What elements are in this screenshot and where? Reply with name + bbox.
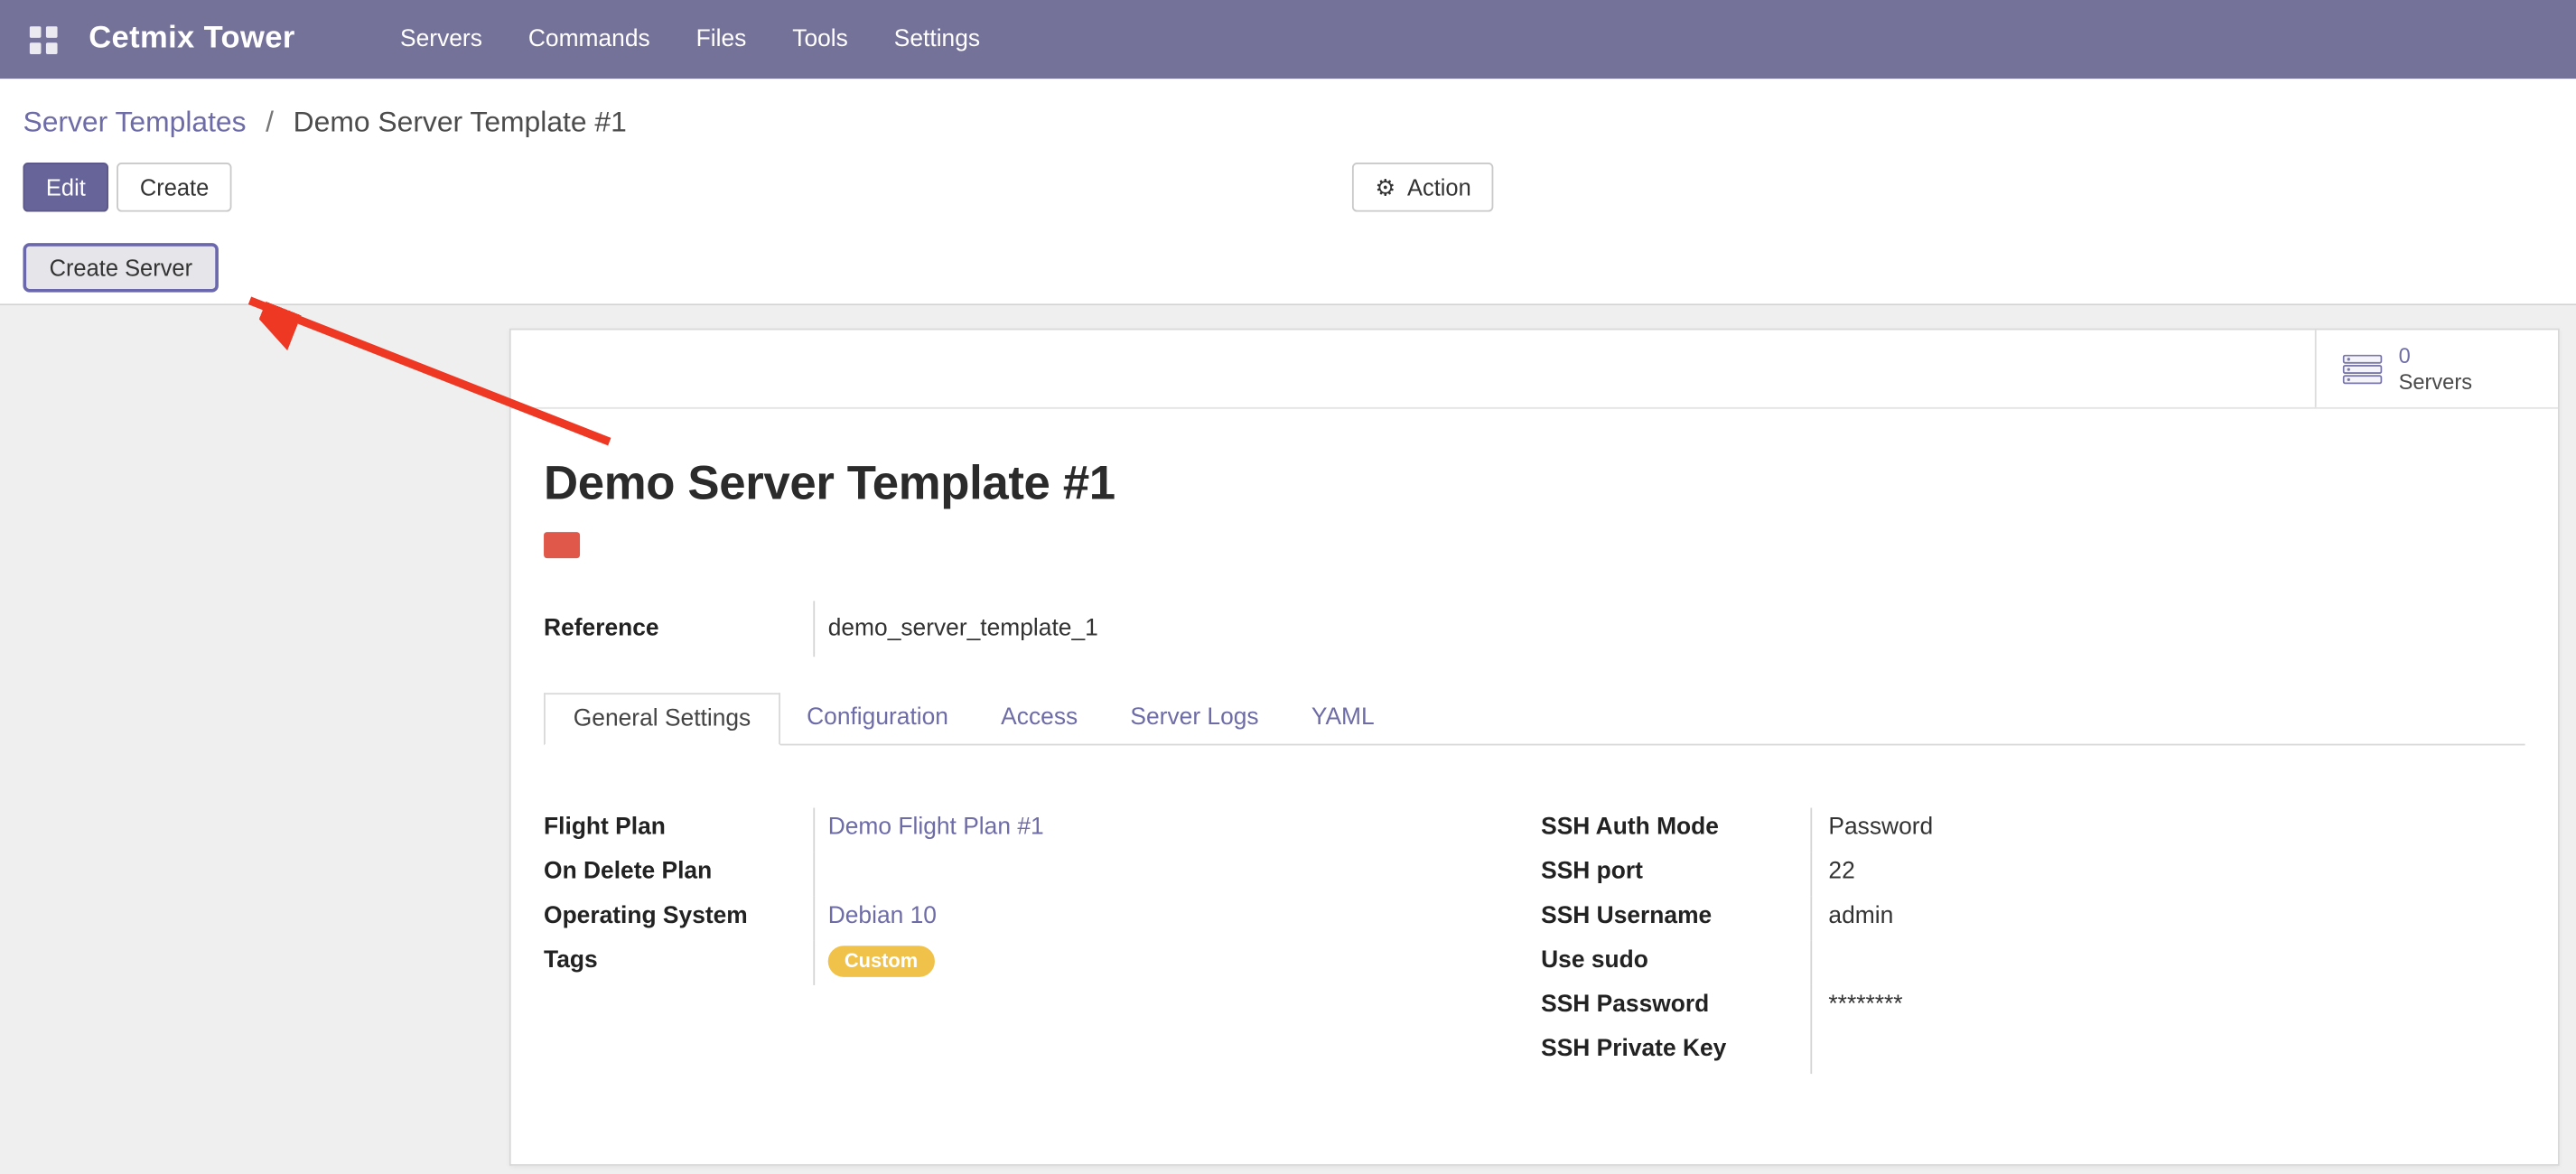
field-value: [1812, 1030, 1828, 1074]
field-value: [1812, 941, 1828, 985]
notebook-tabs: General Settings Configuration Access Se…: [544, 693, 2525, 745]
field-label: On Delete Plan: [544, 853, 815, 897]
left-field-group: Flight Plan Demo Flight Plan #1 On Delet…: [544, 808, 1541, 1075]
nav-item-files[interactable]: Files: [673, 0, 770, 79]
nav-item-servers[interactable]: Servers: [378, 0, 506, 79]
field-value: ********: [1812, 985, 1902, 1030]
color-swatch[interactable]: [544, 532, 580, 558]
field-row-use-sudo: Use sudo: [1541, 941, 2525, 985]
sheet-body: Demo Server Template #1 Reference demo_s…: [511, 458, 2558, 1074]
edit-button[interactable]: Edit: [23, 163, 108, 212]
field-label: Tags: [544, 941, 815, 985]
field-row-tags: Tags Custom: [544, 941, 1541, 985]
reference-label: Reference: [544, 601, 815, 657]
field-value: Password: [1812, 808, 1933, 853]
right-field-group: SSH Auth Mode Password SSH port 22 SSH U…: [1541, 808, 2525, 1075]
tab-access[interactable]: Access: [975, 693, 1104, 743]
field-row-on-delete-plan: On Delete Plan: [544, 853, 1541, 897]
action-menu-button[interactable]: ⚙ Action: [1352, 163, 1494, 212]
field-row-ssh-username: SSH Username admin: [1541, 897, 2525, 941]
field-group: Flight Plan Demo Flight Plan #1 On Delet…: [544, 808, 2525, 1075]
navbar-menu: Servers Commands Files Tools Settings: [378, 0, 1003, 79]
field-value: 22: [1812, 853, 1855, 897]
field-value: Demo Flight Plan #1: [815, 808, 1044, 853]
stat-count: 0: [2399, 342, 2472, 368]
tag-custom[interactable]: Custom: [828, 946, 935, 977]
reference-value: demo_server_template_1: [815, 601, 1098, 657]
field-label: Use sudo: [1541, 941, 1812, 985]
field-row-ssh-password: SSH Password ********: [1541, 985, 2525, 1030]
nav-item-tools[interactable]: Tools: [770, 0, 872, 79]
field-label: SSH port: [1541, 853, 1812, 897]
control-panel: Server Templates / Demo Server Template …: [0, 79, 2576, 231]
nav-item-commands[interactable]: Commands: [505, 0, 673, 79]
servers-stack-icon: [2343, 354, 2383, 384]
form-statusbar: Create Server: [0, 231, 2576, 305]
nav-item-settings[interactable]: Settings: [871, 0, 1003, 79]
top-navbar: Cetmix Tower Servers Commands Files Tool…: [0, 0, 2576, 79]
tab-configuration[interactable]: Configuration: [780, 693, 975, 743]
field-value: admin: [1812, 897, 1893, 941]
breadcrumb-current: Demo Server Template #1: [294, 105, 627, 137]
stat-label: Servers: [2399, 368, 2472, 395]
field-row-operating-system: Operating System Debian 10: [544, 897, 1541, 941]
field-value: Custom: [815, 941, 934, 985]
flight-plan-link[interactable]: Demo Flight Plan #1: [828, 815, 1044, 841]
button-box: 0 Servers: [511, 330, 2558, 408]
operating-system-link[interactable]: Debian 10: [828, 903, 937, 929]
record-title: Demo Server Template #1: [544, 458, 2525, 512]
field-value: Debian 10: [815, 897, 937, 941]
stat-text: 0 Servers: [2399, 342, 2472, 395]
app-brand[interactable]: Cetmix Tower: [89, 22, 294, 58]
servers-stat-button[interactable]: 0 Servers: [2315, 330, 2558, 406]
gear-icon: ⚙: [1375, 176, 1395, 199]
content-area: 0 Servers Demo Server Template #1 Refere…: [0, 305, 2576, 1174]
form-sheet: 0 Servers Demo Server Template #1 Refere…: [509, 329, 2560, 1166]
tab-server-logs[interactable]: Server Logs: [1104, 693, 1284, 743]
breadcrumb-parent-link[interactable]: Server Templates: [23, 105, 246, 137]
apps-menu-button[interactable]: [16, 0, 69, 79]
breadcrumb-separator: /: [266, 105, 274, 137]
breadcrumb: Server Templates / Demo Server Template …: [0, 102, 2576, 142]
field-value: [815, 853, 828, 897]
field-row-flight-plan: Flight Plan Demo Flight Plan #1: [544, 808, 1541, 853]
field-label: SSH Username: [1541, 897, 1812, 941]
field-row-ssh-auth-mode: SSH Auth Mode Password: [1541, 808, 2525, 853]
control-panel-buttons: Edit Create ⚙ Action: [0, 163, 2576, 212]
create-server-button[interactable]: Create Server: [23, 243, 219, 293]
field-label: SSH Password: [1541, 985, 1812, 1030]
tab-yaml[interactable]: YAML: [1285, 693, 1401, 743]
create-button[interactable]: Create: [117, 163, 231, 212]
page: Cetmix Tower Servers Commands Files Tool…: [0, 0, 2576, 1174]
apps-grid-icon: [29, 25, 57, 53]
tab-general-settings[interactable]: General Settings: [544, 693, 780, 745]
field-label: Operating System: [544, 897, 815, 941]
action-menu-label: Action: [1407, 176, 1471, 199]
field-label: SSH Auth Mode: [1541, 808, 1812, 853]
field-row-reference: Reference demo_server_template_1: [544, 601, 2525, 657]
field-row-ssh-private-key: SSH Private Key: [1541, 1030, 2525, 1074]
field-label: Flight Plan: [544, 808, 815, 853]
field-label: SSH Private Key: [1541, 1030, 1812, 1074]
field-row-ssh-port: SSH port 22: [1541, 853, 2525, 897]
